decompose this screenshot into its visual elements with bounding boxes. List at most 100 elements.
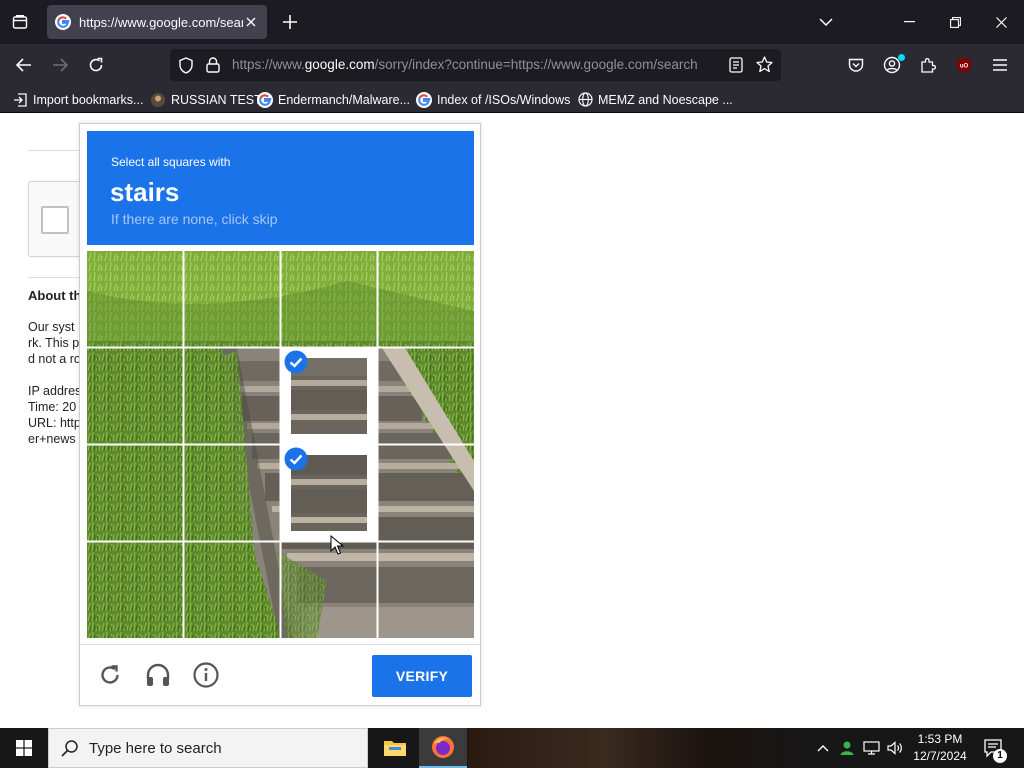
restore-icon [949,16,961,28]
bookmark-label: Index of /ISOs/Windows [437,92,571,107]
taskbar-search-box[interactable]: Type here to search [48,728,368,768]
tab-title: https://www.google.com/search [79,14,243,30]
lock-icon[interactable] [206,57,220,73]
clock-time: 1:53 PM [917,732,963,746]
minimize-button[interactable] [886,0,932,44]
info-icon [193,662,219,688]
reader-view-icon[interactable] [729,57,743,73]
challenge-hint: If there are none, click skip [111,211,278,227]
bookmarks-toolbar: Import bookmarks... RUSSIAN TEST Enderma… [0,86,1024,113]
bookmark-label: Import bookmarks... [33,92,144,107]
active-tab[interactable]: https://www.google.com/search [47,5,267,39]
tracking-protection-shield-icon[interactable] [178,57,194,74]
search-icon [61,740,78,757]
recaptcha-checkbox[interactable] [41,206,69,234]
plus-icon [283,15,297,29]
pocket-icon [848,58,864,72]
bookmark-memz[interactable]: MEMZ and Noescape ... [577,90,733,109]
network-tray-icon[interactable] [860,728,882,768]
url-path: /sorry/index?continue=https://www.google… [374,57,698,72]
user-tray-icon[interactable] [836,728,858,768]
file-explorer-taskbar-button[interactable] [371,728,419,768]
puzzle-icon [921,58,936,73]
ip-address-line: IP addres [28,384,82,398]
new-tab-button[interactable] [276,8,304,36]
help-button[interactable] [192,661,220,689]
reload-challenge-button[interactable] [96,661,124,689]
url-line: URL: http [28,416,81,430]
address-bar[interactable]: https://www.google.com/sorry/index?conti… [170,49,781,81]
account-button[interactable] [878,51,906,79]
bookmark-russian-test[interactable]: RUSSIAN TEST [150,90,262,109]
firefox-icon [432,736,454,758]
tile-row1-col4[interactable] [378,251,474,347]
challenge-header: Select all squares with stairs If there … [87,131,474,245]
hamburger-menu-icon [993,59,1007,71]
bookmark-import[interactable]: Import bookmarks... [12,90,143,109]
notification-count-badge: 1 [993,749,1007,763]
show-hidden-icons-button[interactable] [812,728,834,768]
tile-row3-col4[interactable] [378,445,474,541]
clock-date: 12/7/2024 [913,749,967,763]
audio-challenge-button[interactable] [144,661,172,689]
url-host: google.com [304,57,375,72]
notification-dot [898,54,905,61]
pocket-button[interactable] [842,51,870,79]
url-text[interactable]: https://www.google.com/sorry/index?conti… [232,57,718,72]
tile-row4-col4[interactable] [378,542,474,638]
windows-logo-icon [16,740,32,756]
start-button[interactable] [0,728,48,768]
google-favicon [55,14,71,30]
google-favicon [416,91,432,108]
google-favicon [257,91,273,108]
list-all-tabs-button[interactable] [6,8,34,36]
firefox-taskbar-button[interactable] [419,728,467,768]
tile-row2-col2[interactable] [184,348,280,444]
tile-row1-col2[interactable] [184,251,280,347]
reload-button[interactable] [82,51,110,79]
bookmark-label: RUSSIAN TEST [171,92,262,107]
star-bookmark-icon[interactable] [756,56,773,73]
volume-tray-icon[interactable] [884,728,906,768]
tile-row3-col2[interactable] [184,445,280,541]
tile-row4-col3[interactable] [281,542,377,638]
paragraph-line: d not a ro [28,352,81,366]
tile-checkmark-icon [284,447,308,471]
tile-row1-col3[interactable] [281,251,377,347]
close-window-button[interactable] [978,0,1024,44]
tile-row1-col1[interactable] [87,251,183,347]
url-line-continued: er+news [28,432,76,446]
ublock-origin-button[interactable]: uO [950,51,978,79]
svg-text:uO: uO [960,64,969,70]
person-green-icon [840,741,854,755]
mouse-cursor-icon [330,535,344,555]
tile-row4-col1[interactable] [87,542,183,638]
reload-icon [101,665,119,684]
bookmark-isos-windows[interactable]: Index of /ISOs/Windows [416,90,570,109]
tab-strip: https://www.google.com/search [0,0,1024,44]
taskbar-background-area [468,728,808,768]
speaker-icon [886,741,902,755]
verify-button[interactable]: VERIFY [372,655,472,697]
challenge-target: stairs [110,177,180,207]
windows-taskbar: Type here to search 1:53 PM 12/7/2024 1 [0,728,1024,768]
notification-center-button[interactable]: 1 [980,728,1007,768]
taskbar-clock[interactable]: 1:53 PM 12/7/2024 [905,731,975,765]
restore-button[interactable] [932,0,978,44]
tile-checkmark-icon [284,350,308,374]
globe-icon [577,92,593,108]
reload-icon [89,57,103,72]
bookmark-endermanch[interactable]: Endermanch/Malware... [257,90,410,109]
forward-button[interactable] [46,51,74,79]
tile-row3-col1[interactable] [87,445,183,541]
tab-overflow-button[interactable] [812,8,840,36]
tile-row4-col2[interactable] [184,542,280,638]
tab-list-icon [12,15,28,29]
app-menu-button[interactable] [986,51,1014,79]
close-tab-button[interactable] [243,14,259,30]
back-button[interactable] [10,51,38,79]
tile-row2-col4[interactable] [378,348,474,444]
ublock-origin-icon: uO [957,57,971,73]
extensions-button[interactable] [914,51,942,79]
tile-row2-col1[interactable] [87,348,183,444]
